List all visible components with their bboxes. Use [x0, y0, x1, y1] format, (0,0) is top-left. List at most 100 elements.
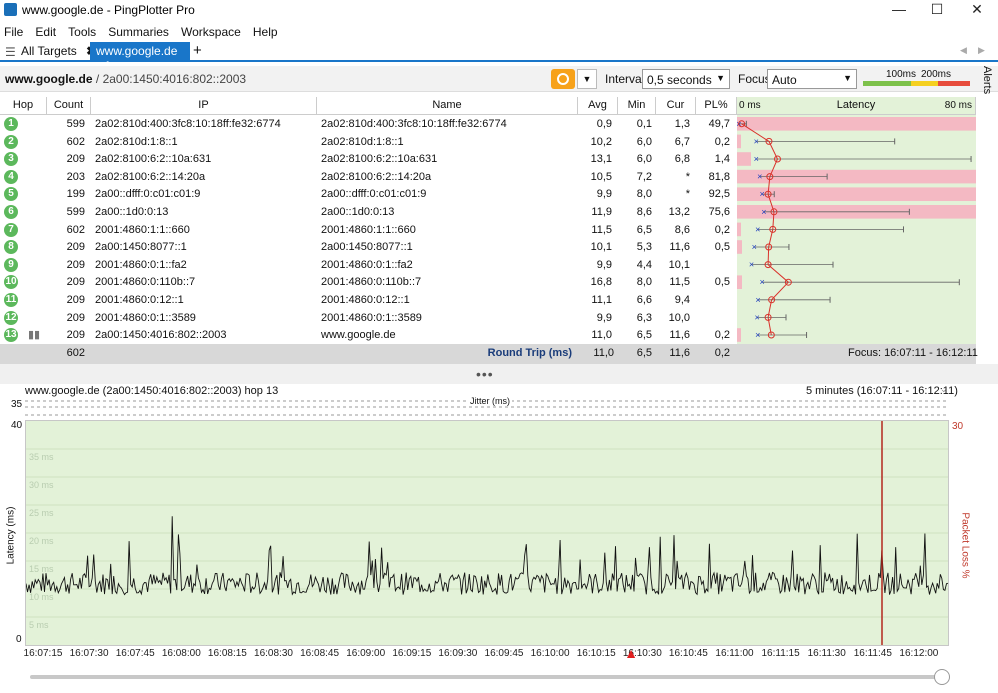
menu-file[interactable]: File [0, 21, 28, 39]
time-tick-label: 16:08:15 [207, 648, 247, 659]
tab-google-label: www.google.de [96, 44, 178, 58]
hop-number: 4 [4, 169, 18, 184]
interval-label: Interval [605, 72, 645, 86]
time-tick-label: 16:12:00 [899, 648, 939, 659]
row-min: 6,5 [636, 329, 652, 342]
target-ip: / 2a00:1450:4016:802::2003 [92, 72, 247, 86]
row-count: 209 [66, 258, 85, 271]
row-min: 0,1 [636, 118, 652, 130]
bar-chart-icon[interactable]: ▮▮ [28, 328, 40, 341]
row-min: 6,0 [636, 153, 652, 166]
time-tick-label: 16:09:00 [346, 648, 386, 659]
col-cur[interactable]: Cur [656, 97, 696, 115]
row-avg: 10,1 [590, 241, 612, 254]
latency-time-graph[interactable]: 35 ms 30 ms 25 ms 20 ms 15 ms 10 ms 5 ms [25, 420, 949, 646]
col-count[interactable]: Count [47, 97, 91, 115]
add-tab-button[interactable]: + [193, 42, 202, 59]
row-min: 8,6 [636, 206, 652, 218]
table-row[interactable]: 8 209 2a00:1450:8077::1 2a00:1450:8077::1 10… [0, 239, 976, 257]
row-cur: 6,8 [674, 153, 690, 166]
tab-scroll-right-icon[interactable]: ▶ [978, 45, 985, 56]
menu-edit[interactable]: Edit [31, 21, 61, 39]
time-tick-label: 16:08:00 [161, 648, 201, 659]
menu-workspace[interactable]: Workspace [177, 21, 246, 39]
round-trip-label: Round Trip (ms) [487, 347, 572, 359]
col-hop[interactable]: Hop [0, 97, 47, 115]
row-min: 6,5 [636, 223, 652, 236]
time-tick-label: 16:07:15 [23, 648, 63, 659]
col-min[interactable]: Min [618, 97, 656, 115]
table-row[interactable]: 13 209 2a00:1450:4016:802::2003 www.google.… [0, 327, 976, 345]
col-name[interactable]: Name [317, 97, 578, 115]
focus-label: Focus [738, 72, 771, 86]
minimize-button[interactable]: — [884, 0, 914, 20]
tab-all-targets-label: All Targets [21, 44, 77, 58]
hop-number: 5 [4, 187, 18, 202]
title-bar: www.google.de - PingPlotter Pro — ☐ ✕ [0, 0, 998, 20]
table-row[interactable]: 9 209 2001:4860:0:1::fa2 2001:4860:0:1::fa2… [0, 257, 976, 275]
focus-select[interactable]: Auto ▼ [767, 69, 857, 89]
row-min: 6,3 [636, 311, 652, 324]
row-avg: 11,1 [591, 294, 612, 306]
target-bar: www.google.de / 2a00:1450:4016:802::2003… [0, 66, 998, 92]
hop-number: 7 [4, 222, 18, 237]
pane-splitter[interactable]: ••• [0, 364, 998, 384]
table-row[interactable]: 3 209 2a02:8100:6:2::10a:631 2a02:8100:6:2:… [0, 151, 976, 169]
row-cur: 8,6 [674, 223, 690, 236]
table-row[interactable]: 10 209 2001:4860:0:110b::7 2001:4860:0:110b… [0, 274, 976, 292]
table-row[interactable]: 7 602 2001:4860:1:1::660 2001:4860:1:1::660… [0, 222, 976, 240]
alerts-panel-toggle[interactable]: Alerts [977, 62, 998, 102]
row-avg: 11,5 [591, 223, 612, 236]
menu-summaries[interactable]: Summaries [104, 21, 174, 39]
row-ip: 2a00::dfff:0:c01:c01:9 [95, 188, 201, 201]
row-name: www.google.de [321, 329, 396, 342]
time-tick-label: 16:11:45 [853, 648, 892, 659]
gridline-label: 30 ms [29, 480, 54, 490]
pause-button[interactable] [551, 69, 575, 89]
col-latency[interactable]: 0 ms Latency 80 ms [737, 97, 976, 115]
chevron-down-icon: ▼ [716, 73, 725, 83]
table-row[interactable]: 6 599 2a00::1d0:0:13 2a00::1d0:0:13 11,9 8,6 1… [0, 204, 976, 222]
col-ip[interactable]: IP [91, 97, 317, 115]
col-pl[interactable]: PL% [696, 97, 737, 115]
target-title: www.google.de / 2a00:1450:4016:802::2003 [5, 72, 246, 86]
table-row[interactable]: 5 199 2a00::dfff:0:c01:c01:9 2a00::dfff:0:c… [0, 186, 976, 204]
table-row[interactable]: 12 209 2001:4860:0:1::3589 2001:4860:0:1::3… [0, 310, 976, 328]
time-tick-label: 16:11:30 [807, 648, 846, 659]
time-tick-label: 16:10:45 [668, 648, 708, 659]
table-row[interactable]: 4 203 2a02:8100:6:2::14:20a 2a02:8100:6:2::… [0, 169, 976, 187]
time-scrollbar[interactable] [30, 675, 950, 679]
y-axis-bottom: 0 [16, 634, 22, 645]
alerts-label: Alerts [981, 66, 993, 95]
interval-select[interactable]: 0,5 seconds ▼ [642, 69, 730, 89]
hop-number: 13 [4, 328, 18, 343]
gridline-label: 35 ms [29, 452, 54, 462]
col-avg[interactable]: Avg [578, 97, 618, 115]
tab-scroll-left-icon[interactable]: ◀ [960, 45, 967, 56]
row-name: 2a02:8100:6:2::10a:631 [321, 153, 438, 166]
row-ip: 2a02:810d:1:8::1 [95, 135, 178, 148]
pause-dropdown[interactable]: ▼ [577, 69, 597, 89]
row-ip: 2001:4860:0:110b::7 [95, 276, 196, 289]
range-dropdown-icon[interactable]: ⌄ [940, 384, 948, 395]
time-marker-icon[interactable]: ▲ [624, 645, 638, 661]
drag-handle-icon[interactable]: ••• [476, 366, 494, 382]
row-ip: 2001:4860:0:12::1 [95, 294, 184, 306]
time-scroll-thumb[interactable] [934, 669, 950, 685]
time-tick-label: 16:11:00 [715, 648, 754, 659]
table-row[interactable]: 2 602 2a02:810d:1:8::1 2a02:810d:1:8::1 10,2… [0, 134, 976, 152]
menu-tools[interactable]: Tools [64, 21, 101, 39]
maximize-button[interactable]: ☐ [922, 0, 952, 20]
table-row[interactable]: 11 209 2001:4860:0:12::1 2001:4860:0:12::1 1… [0, 292, 976, 310]
row-pl: 0,5 [714, 276, 730, 289]
menu-help[interactable]: Help [249, 21, 283, 39]
total-count: 602 [66, 347, 85, 359]
table-row[interactable]: 1 599 2a02:810d:400:3fc8:10:18ff:fe32:6774… [0, 116, 976, 134]
row-avg: 10,5 [590, 170, 612, 183]
tab-google[interactable]: www.google.de ✔ [90, 42, 190, 72]
close-button[interactable]: ✕ [962, 0, 992, 20]
row-count: 209 [66, 329, 85, 342]
gridline-label: 20 ms [29, 536, 54, 546]
row-pl: 81,8 [708, 170, 730, 183]
row-count: 203 [66, 170, 85, 183]
